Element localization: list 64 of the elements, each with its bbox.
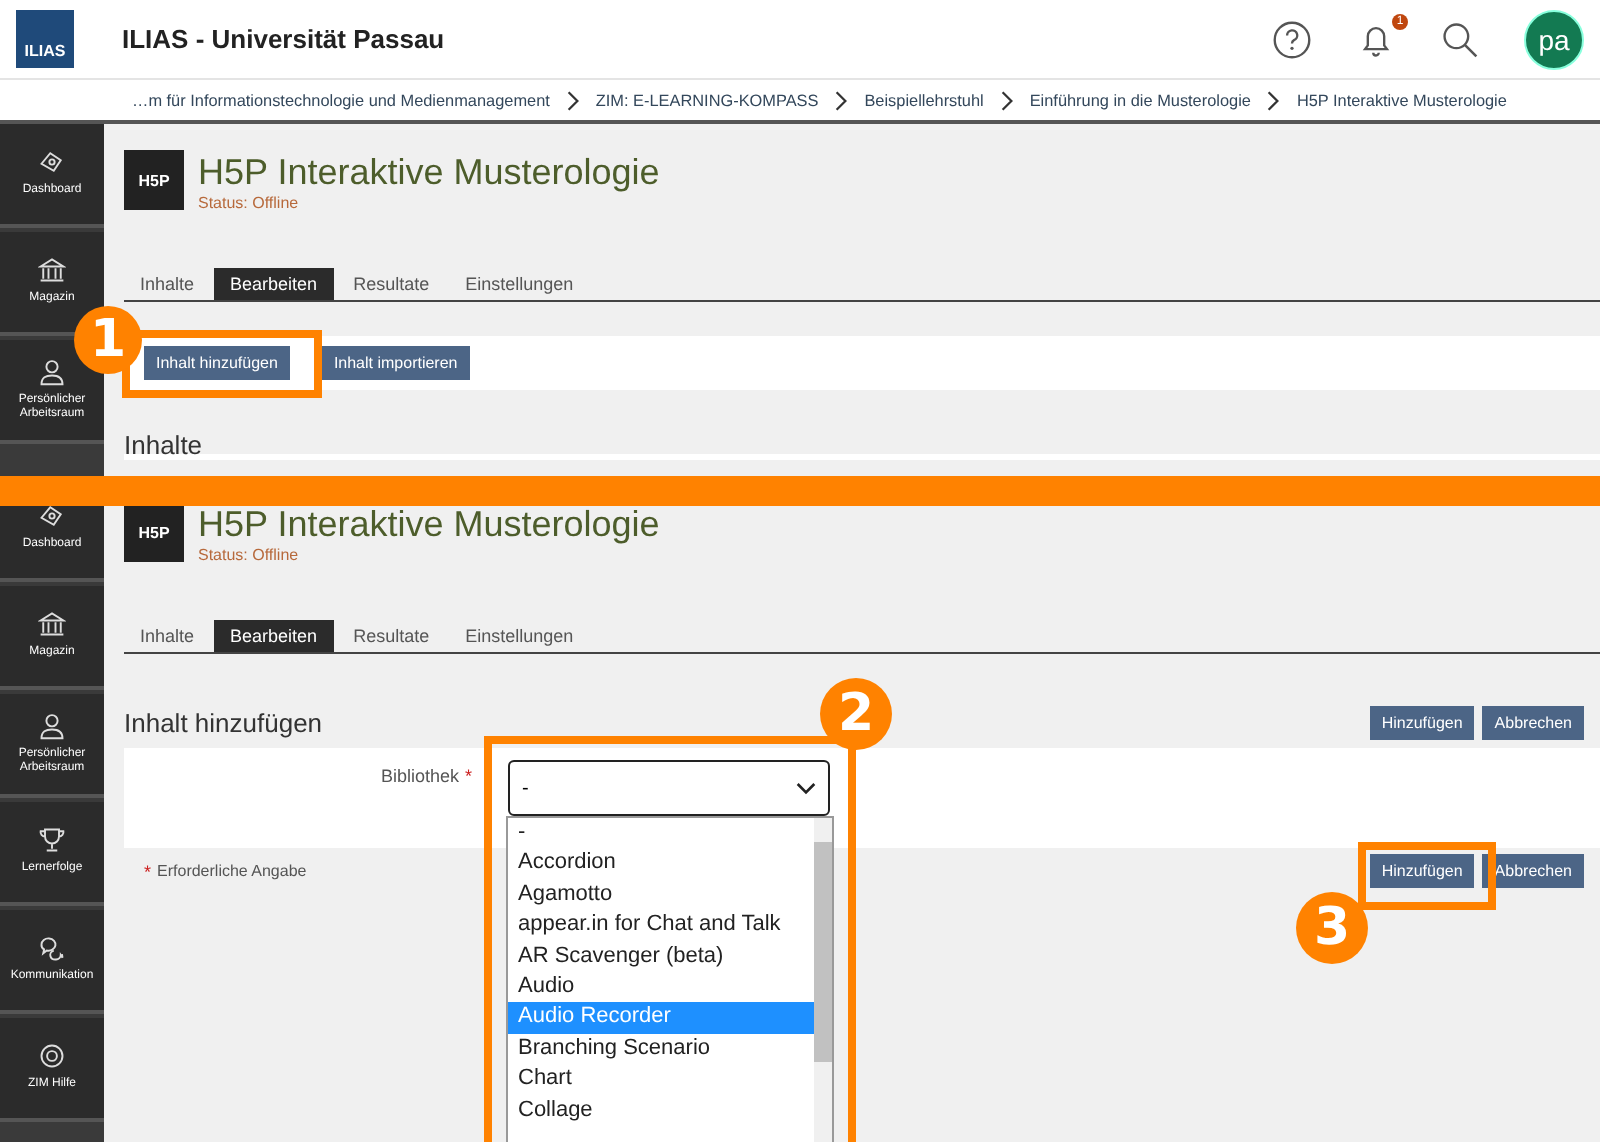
library-select[interactable]: - (508, 760, 830, 816)
person-icon (38, 711, 66, 740)
step-number: 3 (1296, 892, 1368, 964)
form-button[interactable]: Abbrechen (1482, 706, 1584, 740)
tab[interactable]: Inhalte (124, 268, 211, 300)
field-label: Bibliothek (380, 766, 459, 790)
form-heading: Inhalt hinzufügen (124, 708, 323, 738)
dropdown-option[interactable]: Accordion (508, 848, 814, 880)
tab[interactable]: Bearbeiten (214, 268, 334, 300)
scrollbar[interactable] (814, 818, 832, 1142)
dropdown-option[interactable]: - (508, 818, 814, 849)
section-heading: Inhalte (124, 430, 1600, 460)
page-title: H5P Interaktive Musterologie (198, 506, 660, 546)
breadcrumb-link[interactable]: …m für Informationstechnologie und Medienmanagement (132, 91, 550, 109)
dropdown-option[interactable]: AR Scavenger (beta) (508, 941, 814, 973)
chat-icon (38, 934, 66, 963)
bank-icon (38, 256, 66, 285)
search-icon[interactable] (1440, 19, 1480, 59)
required-mark: * (464, 766, 472, 790)
tab[interactable]: Resultate (337, 620, 446, 652)
page-title: H5P Interaktive Musterologie (198, 150, 660, 194)
breadcrumb-link[interactable]: Beispiellehrstuhl (864, 91, 984, 109)
chevron-icon (999, 89, 1014, 111)
dashboard-icon (38, 506, 66, 531)
dropdown-option[interactable]: Branching Scenario (508, 1033, 814, 1065)
status-text: Status: Offline (198, 546, 301, 564)
ilias-logo[interactable]: ILIAS (16, 10, 74, 68)
form-button[interactable]: Abbrechen (1482, 854, 1584, 888)
chevron-icon (834, 89, 849, 111)
help-icon[interactable] (1272, 19, 1312, 59)
dropdown-option[interactable]: Audio (508, 972, 814, 1003)
highlight-frame (1358, 842, 1496, 910)
dropdown-option[interactable]: Chart (508, 1064, 814, 1096)
dashboard-icon (38, 148, 66, 177)
tab[interactable]: Bearbeiten (214, 620, 334, 652)
dropdown-option[interactable]: Collage (508, 1095, 814, 1127)
chevron-icon (1266, 89, 1281, 111)
breadcrumb-link[interactable]: Einführung in die Musterologie (1029, 91, 1251, 109)
user-avatar[interactable]: pa (1524, 9, 1584, 69)
site-title: ILIAS - Universität Passau (122, 24, 445, 54)
h5p-logo: H5P (124, 506, 184, 562)
bank-icon (38, 610, 66, 639)
person-icon (38, 357, 66, 386)
tab[interactable]: Einstellungen (449, 620, 590, 652)
required-note: Erforderliche Angabe (157, 861, 307, 881)
dropdown-option[interactable]: Agamotto (508, 879, 814, 911)
step-number: 2 (820, 678, 892, 750)
chevron-icon (565, 89, 580, 111)
toolbar-button[interactable]: Inhalt importieren (321, 346, 470, 380)
status-text: Status: Offline (198, 194, 301, 212)
h5p-logo: H5P (124, 150, 184, 210)
tab[interactable]: Einstellungen (449, 268, 590, 300)
trophy-icon (38, 826, 66, 855)
form-button[interactable]: Hinzufügen (1369, 854, 1475, 888)
tab[interactable]: Resultate (337, 268, 446, 300)
breadcrumb-link[interactable]: H5P Interaktive Musterologie (1296, 91, 1507, 109)
form-button[interactable]: Hinzufügen (1369, 706, 1475, 740)
chevron-down-icon (796, 781, 816, 795)
toolbar-button[interactable]: Inhalt hinzufügen (144, 346, 290, 380)
dropdown-option[interactable]: appear.in for Chat and Talk (508, 910, 814, 942)
tab[interactable]: Inhalte (124, 620, 211, 652)
lifebuoy-icon (38, 1042, 66, 1071)
required-mark: * (144, 861, 152, 881)
breadcrumb-link[interactable]: ZIM: E-LEARNING-KOMPASS (595, 91, 819, 109)
